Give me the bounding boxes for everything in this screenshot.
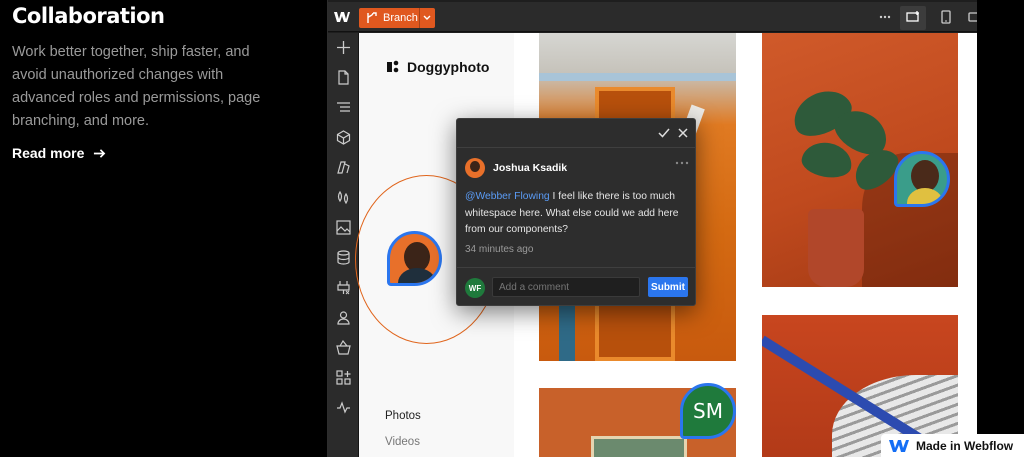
comment-header	[457, 119, 695, 148]
photo-detail	[808, 209, 864, 287]
pages-icon[interactable]	[336, 70, 351, 85]
check-icon[interactable]	[658, 127, 670, 139]
chevron-down-icon[interactable]	[422, 11, 432, 25]
desktop-icon[interactable]	[906, 10, 920, 24]
activity-icon[interactable]	[336, 400, 351, 415]
reply-avatar: WF	[465, 278, 485, 298]
variables-icon[interactable]	[336, 190, 351, 205]
comment-author-avatar	[465, 158, 485, 178]
styles-icon[interactable]	[336, 160, 351, 175]
site-brand: Doggyphoto	[407, 59, 490, 75]
left-toolbar	[328, 33, 359, 457]
read-more-link[interactable]: Read more	[12, 145, 106, 161]
tablet-icon[interactable]	[939, 10, 953, 24]
arrow-right-icon	[94, 148, 106, 158]
comment-popover: Joshua Ksadik @Webber Flowing I feel lik…	[456, 118, 696, 306]
webflow-logo-icon	[889, 439, 909, 452]
paw-icon	[387, 60, 399, 73]
photo-detail	[591, 436, 687, 457]
mobile-landscape-icon[interactable]	[968, 10, 977, 24]
page-margin	[977, 0, 1024, 457]
comment-input[interactable]	[492, 277, 640, 297]
collaborator-avatar-joshua[interactable]	[387, 231, 442, 286]
photo-detail	[539, 73, 736, 81]
hero-section: Collaboration Work better together, ship…	[0, 0, 300, 457]
comment-author: Joshua Ksadik	[465, 158, 567, 178]
nav-link-videos[interactable]: Videos	[385, 436, 420, 448]
comment-body: @Webber Flowing I feel like there is too…	[465, 189, 691, 239]
assets-icon[interactable]	[336, 220, 351, 235]
branch-divider	[419, 8, 420, 28]
branch-button[interactable]: Branch	[359, 8, 435, 28]
avatar-face	[470, 161, 480, 172]
hero-title: Collaboration	[12, 4, 165, 28]
comment-reply-bar: WF Submit	[457, 267, 695, 307]
badge-label: Made in Webflow	[916, 438, 1014, 453]
hero-description: Work better together, ship faster, and a…	[12, 44, 261, 129]
comment-mention[interactable]: @Webber Flowing	[465, 191, 550, 202]
comment-more-icon[interactable]	[675, 161, 689, 165]
ecommerce-icon[interactable]	[336, 340, 351, 355]
branch-label: Branch	[383, 12, 418, 24]
branch-icon	[367, 12, 377, 23]
users-icon[interactable]	[336, 310, 351, 325]
apps-icon[interactable]	[336, 280, 351, 295]
collaborator-avatar-right[interactable]	[894, 151, 950, 207]
cms-icon[interactable]	[336, 250, 351, 265]
close-icon[interactable]	[677, 127, 689, 139]
components-icon[interactable]	[336, 130, 351, 145]
add-icon[interactable]	[336, 40, 351, 55]
webflow-logo-icon	[334, 12, 350, 22]
comment-timestamp: 34 minutes ago	[465, 244, 534, 255]
submit-button[interactable]: Submit	[648, 277, 688, 297]
navigator-icon[interactable]	[336, 100, 351, 115]
collaborator-avatar-sm[interactable]: SM	[680, 383, 736, 439]
site-logo[interactable]: Doggyphoto	[385, 59, 489, 75]
integrations-icon[interactable]	[336, 370, 351, 385]
designer-topbar: Branch	[328, 2, 977, 32]
nav-link-photos[interactable]: Photos	[385, 410, 421, 422]
comment-author-name: Joshua Ksadik	[493, 162, 568, 174]
more-icon[interactable]	[878, 10, 892, 24]
made-in-webflow-badge[interactable]: Made in Webflow	[881, 434, 1024, 457]
read-more-label: Read more	[12, 145, 85, 161]
